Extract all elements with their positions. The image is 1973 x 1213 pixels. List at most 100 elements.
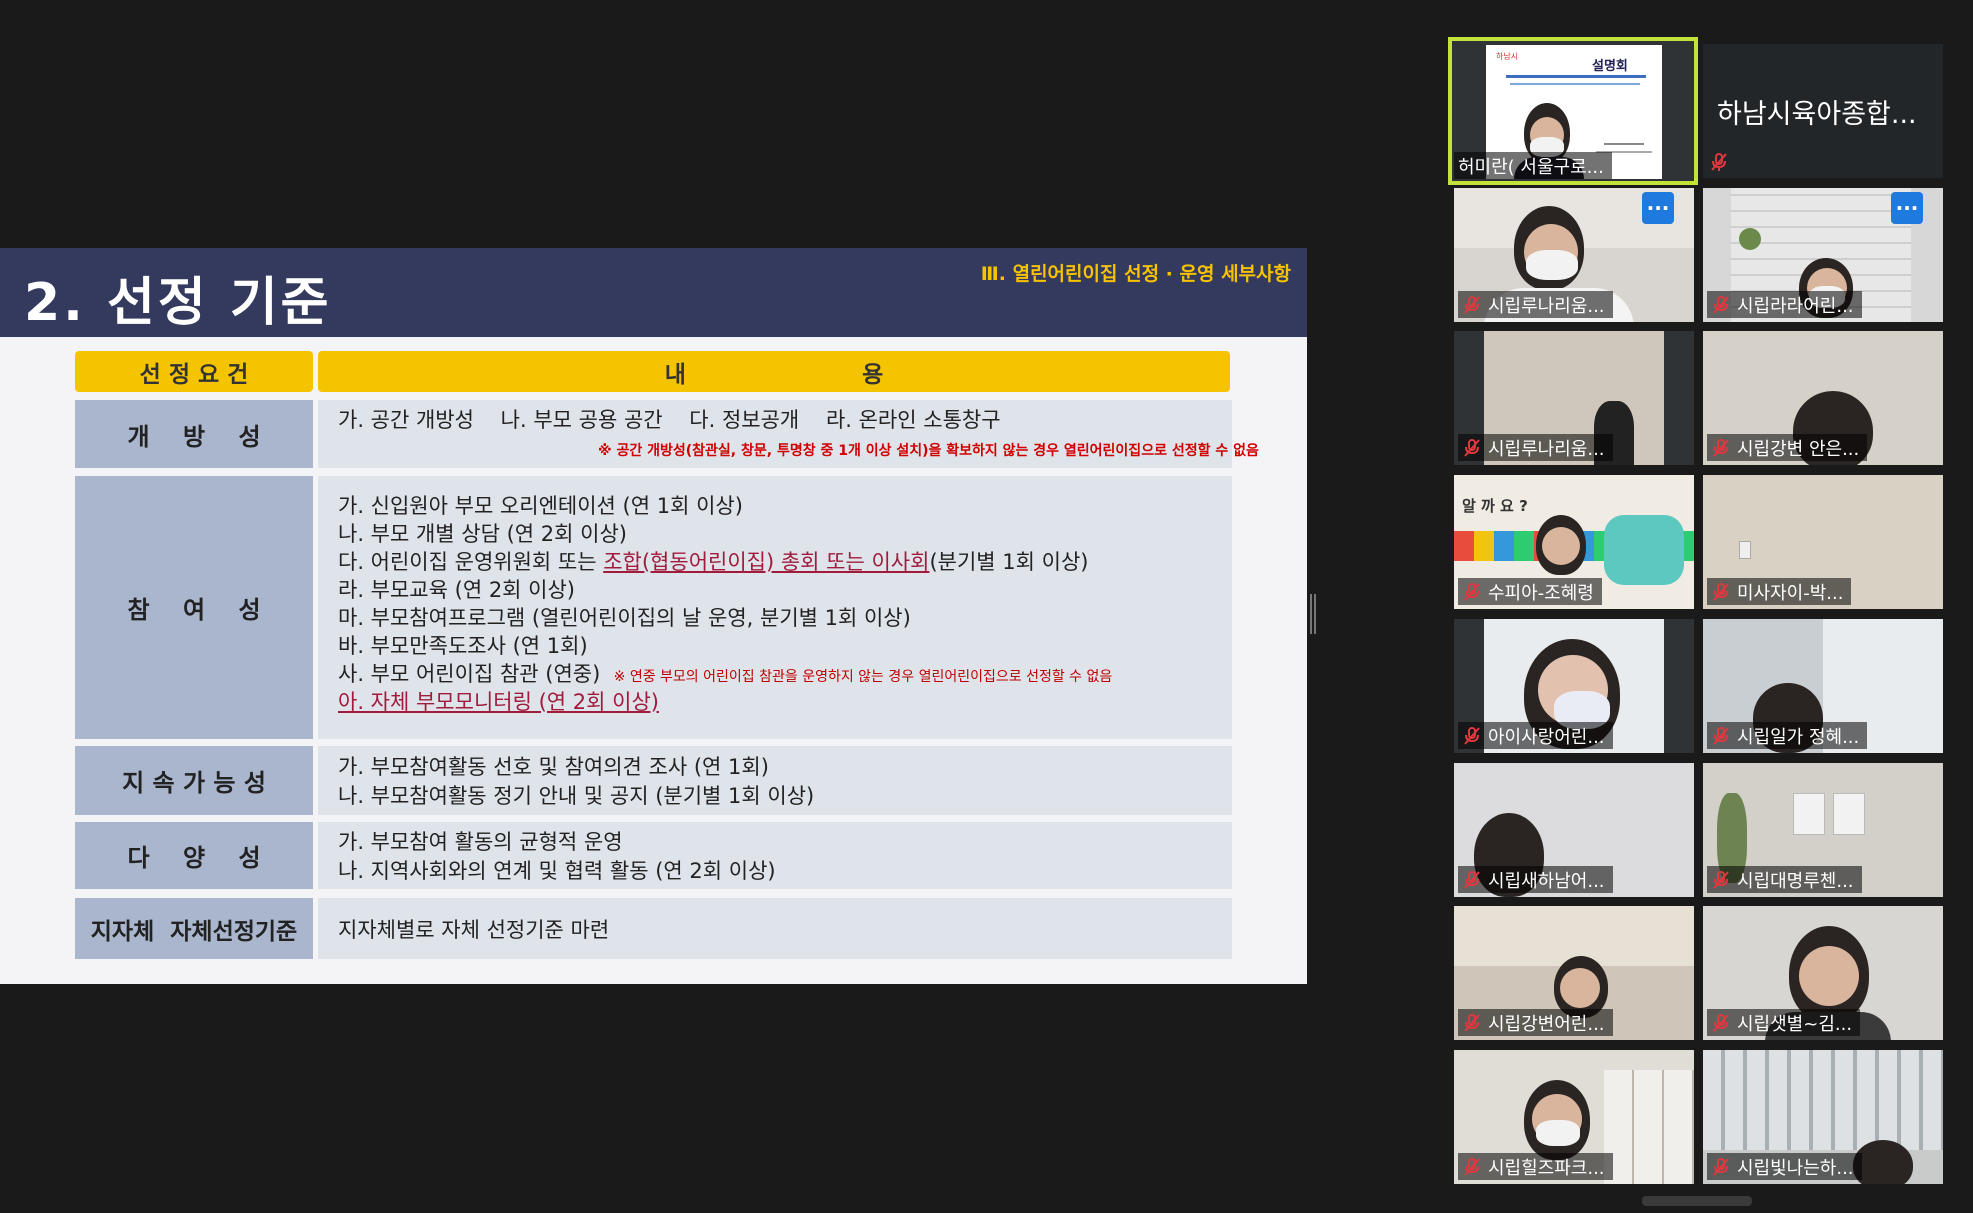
participant-name: 시립일가 정혜... [1737, 726, 1860, 748]
participant-tile-active-speaker[interactable]: 하남시 설명회 허미란( 서울구로... [1448, 37, 1698, 185]
participant-name-label: 시립강변어린... [1458, 1009, 1613, 1036]
participant-name-label: 시립힐즈파크... [1458, 1153, 1613, 1180]
participant-name-label: 시립일가 정혜... [1707, 722, 1868, 749]
mic-off-icon [1462, 1157, 1482, 1177]
participant-name-label: 시립대명루첸... [1707, 866, 1862, 893]
participant-tile[interactable]: 시립강변 안은... [1703, 331, 1943, 465]
participant-tile[interactable]: 알 까 요 ? 수피아-조혜령 [1454, 475, 1694, 609]
thumbnail-slide-title: 설명회 [1592, 59, 1628, 74]
participant-name: 시립대명루첸... [1737, 870, 1854, 892]
mic-off-icon [1711, 1013, 1731, 1033]
mic-off-icon [1462, 295, 1482, 315]
local-criteria-item: 지자체별로 자체 선정기준 마련 [338, 918, 610, 942]
participant-tile[interactable]: 시립루나리움... [1454, 331, 1694, 465]
participant-name-label: 미사자이-박... [1707, 578, 1852, 605]
participation-item-highlight: 조합(협동어린이집) 총회 또는 이사회 [603, 550, 930, 574]
mic-off-icon [1462, 438, 1482, 458]
participant-display-name: 하남시육아종합... [1717, 99, 1917, 130]
mic-off-icon [1711, 438, 1731, 458]
participant-name: 시립루나리움... [1488, 438, 1605, 460]
slide-title: 2. 선정 기준 [24, 273, 332, 333]
participant-name: 시립샛별~김... [1737, 1013, 1853, 1035]
gallery-scrollbar[interactable] [1642, 1196, 1752, 1206]
participant-name-label: 시립샛별~김... [1707, 1009, 1861, 1036]
participant-name-label: 시립빛나는하... [1707, 1153, 1862, 1180]
participation-item-prefix: 다. 어린이집 운영위원회 또는 [338, 550, 604, 574]
participant-name-label: 아이사랑어린... [1458, 722, 1613, 749]
sustainability-item: 나. 부모참여활동 정기 안내 및 공지 (분기별 1회 이상) [338, 784, 815, 808]
participation-item: 사. 부모 어린이집 참관 (연중) ※ 연중 부모의 어린이집 참관을 운영하… [338, 658, 1112, 688]
row-label-diversity: 다 양 성 [75, 822, 313, 889]
openness-items: 가. 공간 개방성 나. 부모 공용 공간 다. 정보공개 라. 온라인 소통창… [338, 408, 1001, 432]
participant-name: 수피아-조혜령 [1488, 582, 1594, 604]
participant-name: 시립강변어린... [1488, 1013, 1605, 1035]
participation-item: 나. 부모 개별 상담 (연 2회 이상) [338, 522, 627, 546]
mic-off-icon [1462, 1013, 1482, 1033]
participation-item: 다. 어린이집 운영위원회 또는 조합(협동어린이집) 총회 또는 이사회(분기… [338, 546, 1088, 576]
row-content-sustainability: 가. 부모참여활동 선호 및 참여의견 조사 (연 1회) 나. 부모참여활동 … [318, 746, 1232, 815]
participation-item: 마. 부모참여프로그램 (열린어린이집의 날 운영, 분기별 1회 이상) [338, 606, 911, 630]
row-label-local-criteria: 지자체 자체선정기준 [75, 898, 313, 959]
row-content-diversity: 가. 부모참여 활동의 균형적 운영 나. 지역사회와의 연계 및 협력 활동 … [318, 822, 1232, 889]
mic-off-icon [1711, 1157, 1731, 1177]
panel-resize-handle[interactable] [1310, 594, 1316, 634]
participant-tile[interactable]: 시립대명루첸... [1703, 763, 1943, 897]
mic-off-icon [1711, 582, 1731, 602]
participant-tile[interactable]: 미사자이-박... [1703, 475, 1943, 609]
participant-name-label: 시립루나리움... [1458, 434, 1613, 461]
participant-name: 시립빛나는하... [1737, 1157, 1854, 1179]
mic-off-icon [1709, 152, 1729, 172]
participant-name: 시립라라어린... [1737, 295, 1854, 317]
participation-item: 라. 부모교육 (연 2회 이상) [338, 578, 576, 602]
row-content-participation: 가. 신입원아 부모 오리엔테이션 (연 1회 이상) 나. 부모 개별 상담 … [318, 476, 1232, 739]
participant-tile[interactable]: 시립새하남어... [1454, 763, 1694, 897]
more-options-icon[interactable]: ··· [1642, 192, 1674, 224]
table-header-criteria: 선 정 요 건 [75, 351, 313, 392]
mic-off-icon [1462, 726, 1482, 746]
participant-name-label: 허미란( 서울구로... [1454, 152, 1612, 179]
participant-tile[interactable]: ··· 시립루나리움... [1454, 188, 1694, 322]
participant-tile[interactable]: 시립일가 정혜... [1703, 619, 1943, 753]
diversity-item: 나. 지역사회와의 연계 및 협력 활동 (연 2회 이상) [338, 859, 776, 883]
participant-name-label: 시립강변 안은... [1707, 434, 1868, 461]
participant-name: 시립강변 안은... [1737, 438, 1860, 460]
participant-name-label: 시립새하남어... [1458, 866, 1613, 893]
participation-item: 가. 신입원아 부모 오리엔테이션 (연 1회 이상) [338, 494, 743, 518]
participant-tile[interactable]: ··· 시립라라어린... [1703, 188, 1943, 322]
row-label-openness: 개 방 성 [75, 400, 313, 468]
participation-item-monitoring: 아. 자체 부모모니터링 (연 2회 이상) [338, 690, 659, 714]
participation-sa-note: ※ 연중 부모의 어린이집 참관을 운영하지 않는 경우 열린어린이집으로 선정… [613, 669, 1113, 685]
mic-off-icon [1462, 870, 1482, 890]
openness-note: ※ 공간 개방성(참관실, 창문, 투명창 중 1개 이상 설치)을 확보하지 … [598, 443, 1259, 459]
participant-name: 아이사랑어린... [1488, 726, 1605, 748]
participation-item: 바. 부모만족도조사 (연 1회) [338, 634, 588, 658]
participation-item-sa: 사. 부모 어린이집 참관 (연중) [338, 662, 601, 686]
participant-tile[interactable]: 시립힐즈파크... [1454, 1050, 1694, 1184]
participant-name: 시립새하남어... [1488, 870, 1605, 892]
classroom-banner: 알 까 요 ? [1462, 497, 1528, 515]
table-header-content: 내 용 [318, 351, 1230, 392]
more-options-icon[interactable]: ··· [1891, 192, 1923, 224]
participant-tile[interactable]: 시립샛별~김... [1703, 906, 1943, 1040]
participant-name: 시립루나리움... [1488, 295, 1605, 317]
participant-name-label: 수피아-조혜령 [1458, 578, 1602, 605]
participation-item-suffix: (분기별 1회 이상) [929, 550, 1089, 574]
participant-tile[interactable]: 시립빛나는하... [1703, 1050, 1943, 1184]
participant-name-label: 시립루나리움... [1458, 291, 1613, 318]
participant-name: 미사자이-박... [1737, 582, 1844, 604]
slide-section-label: Ⅲ. 열린어린이집 선정 · 운영 세부사항 [980, 263, 1291, 285]
row-label-participation: 참 여 성 [75, 476, 313, 739]
diversity-item: 가. 부모참여 활동의 균형적 운영 [338, 830, 623, 854]
mic-off-icon [1711, 295, 1731, 315]
sustainability-item: 가. 부모참여활동 선호 및 참여의견 조사 (연 1회) [338, 755, 769, 779]
mic-off-icon [1462, 582, 1482, 602]
mic-off-icon [1711, 726, 1731, 746]
thumbnail-slide-top: 하남시 [1496, 52, 1519, 61]
row-label-sustainability: 지 속 가 능 성 [75, 746, 313, 815]
participant-tile-name-only[interactable]: 하남시육아종합... [1703, 44, 1943, 178]
participant-tile[interactable]: 아이사랑어린... [1454, 619, 1694, 753]
participant-name: 시립힐즈파크... [1488, 1157, 1605, 1179]
participant-name-label: 시립라라어린... [1707, 291, 1862, 318]
participant-tile[interactable]: 시립강변어린... [1454, 906, 1694, 1040]
mic-off-icon [1711, 870, 1731, 890]
